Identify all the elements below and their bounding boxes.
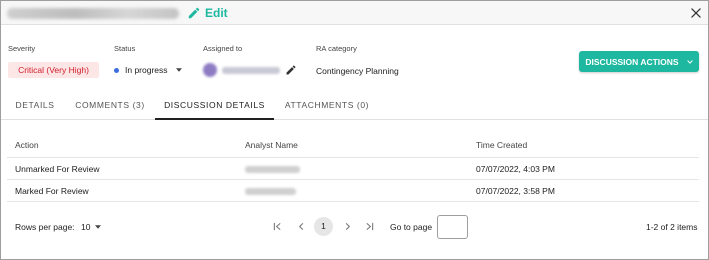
column-header-time-created: Time Created [476, 140, 528, 150]
edit-link[interactable]: Edit [205, 6, 228, 20]
discussion-dialog: Edit Severity Critical (Very High) Statu… [0, 0, 709, 260]
column-header-analyst-name: Analyst Name [245, 140, 298, 150]
chevron-down-icon [686, 59, 693, 64]
redacted-analyst-name [245, 166, 300, 173]
rows-per-page-select[interactable]: 10 [81, 220, 102, 233]
status-label: Status [114, 44, 136, 53]
severity-badge: Critical (Very High) [8, 62, 99, 78]
column-header-action: Action [15, 140, 39, 150]
table-divider [7, 157, 699, 158]
table-cell-time: 07/07/2022, 3:58 PM [476, 186, 555, 196]
table-divider [7, 179, 699, 180]
first-page-icon [273, 222, 281, 230]
status-value: In progress [125, 65, 168, 75]
page-number-button[interactable]: 1 [314, 217, 333, 236]
go-to-page-label: Go to page [390, 222, 433, 232]
status-dot [114, 67, 119, 73]
redacted-assignee [222, 67, 280, 74]
table-cell-action: Marked For Review [15, 186, 89, 196]
chevron-down-icon [95, 224, 102, 229]
table-cell-action: Unmarked For Review [15, 164, 100, 174]
status-dropdown[interactable]: In progress [114, 64, 182, 76]
tab-details[interactable]: DETAILS [8, 91, 62, 120]
table-divider [7, 201, 699, 202]
go-to-page-input[interactable] [437, 215, 468, 239]
discussion-actions-label: DISCUSSION ACTIONS [585, 56, 679, 67]
previous-page-button[interactable] [295, 220, 307, 232]
tab-discussion-details[interactable]: DISCUSSION DETAILS [155, 91, 274, 120]
prev-page-icon [298, 222, 303, 230]
last-page-icon [365, 222, 373, 230]
redacted-title [7, 8, 179, 19]
items-count: 1-2 of 2 items [646, 222, 698, 232]
first-page-button[interactable] [271, 220, 283, 232]
tab-comments[interactable]: COMMENTS (3) [69, 91, 151, 120]
next-page-icon [345, 222, 350, 230]
pencil-icon[interactable] [187, 6, 201, 20]
close-icon[interactable] [689, 6, 703, 20]
last-page-button[interactable] [363, 220, 375, 232]
next-page-button[interactable] [341, 220, 353, 232]
dialog-header: Edit [1, 1, 708, 25]
tab-attachments[interactable]: ATTACHMENTS (0) [279, 91, 375, 120]
ra-category-label: RA category [316, 44, 357, 53]
table-cell-time: 07/07/2022, 4:03 PM [476, 164, 555, 174]
tab-bar: DETAILS COMMENTS (3) DISCUSSION DETAILS … [1, 91, 708, 120]
discussion-actions-button[interactable]: DISCUSSION ACTIONS [579, 51, 699, 72]
redacted-analyst-name [245, 188, 296, 195]
avatar [203, 63, 217, 77]
assigned-label: Assigned to [203, 44, 243, 53]
ra-category-value: Contingency Planning [316, 66, 399, 76]
pencil-icon[interactable] [285, 64, 297, 76]
rows-per-page-value: 10 [81, 221, 91, 232]
severity-label: Severity [8, 44, 36, 53]
chevron-down-icon [175, 68, 182, 72]
rows-per-page-label: Rows per page: [15, 222, 75, 232]
